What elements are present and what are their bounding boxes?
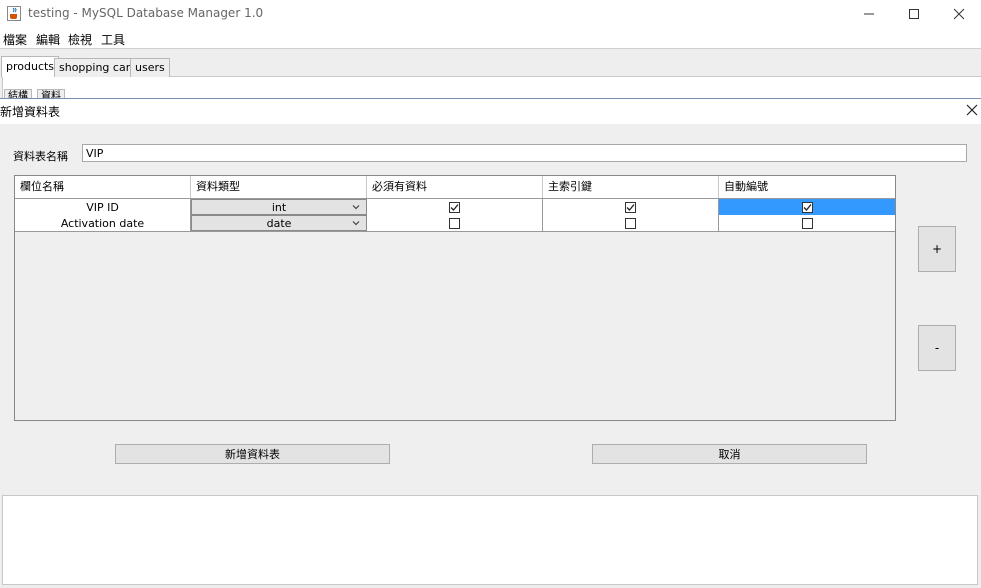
remove-row-button[interactable]: - xyxy=(918,325,956,371)
header-not-null: 必須有資料 xyxy=(367,176,543,198)
table-header: 欄位名稱 資料類型 必須有資料 主索引鍵 自動編號 xyxy=(15,176,895,199)
menu-edit[interactable]: 編輯 xyxy=(36,31,60,48)
cell-not-null xyxy=(367,215,543,231)
tab-content-panel xyxy=(2,76,981,99)
tab-shopping-cart[interactable]: shopping cart xyxy=(54,58,140,77)
auto-increment-checkbox[interactable] xyxy=(801,201,813,213)
header-column-name: 欄位名稱 xyxy=(15,176,191,198)
main-window-lower-area xyxy=(0,495,981,588)
table-name-input[interactable] xyxy=(82,144,967,162)
data-type-select[interactable]: int xyxy=(191,199,367,215)
close-icon xyxy=(953,8,965,20)
dialog-title: 新增資料表 xyxy=(0,105,61,119)
not-null-checkbox[interactable] xyxy=(449,201,460,213)
cell-primary-key xyxy=(543,199,719,215)
menu-view[interactable]: 檢視 xyxy=(68,31,92,48)
auto-increment-checkbox[interactable] xyxy=(801,217,813,229)
primary-key-checkbox[interactable] xyxy=(625,201,636,213)
dialog-titlebar: 新增資料表 xyxy=(0,99,981,124)
columns-table: 欄位名稱 資料類型 必須有資料 主索引鍵 自動編號 VIP ID int Act… xyxy=(14,175,896,421)
close-icon[interactable] xyxy=(965,103,979,117)
java-cup-icon xyxy=(7,6,21,21)
table-name-label: 資料表名稱 xyxy=(13,150,68,163)
data-type-select[interactable]: date xyxy=(191,215,367,231)
header-data-type: 資料類型 xyxy=(191,176,367,198)
window-title: testing - MySQL Database Manager 1.0 xyxy=(28,6,264,20)
header-auto-increment: 自動編號 xyxy=(724,180,768,193)
close-window-button[interactable] xyxy=(936,0,981,28)
maximize-icon xyxy=(909,9,919,19)
table-row[interactable]: Activation date date xyxy=(15,215,895,232)
primary-key-checkbox[interactable] xyxy=(625,217,636,229)
header-primary-key: 主索引鍵 xyxy=(543,176,719,198)
data-type-value: date xyxy=(266,216,292,230)
checkmark-icon xyxy=(803,203,812,211)
chevron-down-icon xyxy=(352,205,360,210)
menu-file[interactable]: 檔案 xyxy=(3,31,27,48)
not-null-checkbox[interactable] xyxy=(449,217,460,229)
data-type-value: int xyxy=(271,200,287,214)
content-panel xyxy=(2,495,978,585)
minimize-button[interactable] xyxy=(846,0,892,28)
cancel-button[interactable]: 取消 xyxy=(592,444,867,464)
cell-column-name[interactable]: VIP ID xyxy=(15,199,191,215)
create-table-button[interactable]: 新增資料表 xyxy=(115,444,390,464)
minimize-icon xyxy=(864,13,874,15)
cell-auto-increment xyxy=(719,215,895,231)
table-row[interactable]: VIP ID int xyxy=(15,199,895,216)
cell-auto-increment xyxy=(719,199,895,215)
cell-primary-key xyxy=(543,215,719,231)
add-row-button[interactable]: + xyxy=(918,226,956,272)
checkmark-icon xyxy=(450,203,459,211)
checkmark-icon xyxy=(626,203,635,211)
tab-users[interactable]: users xyxy=(130,58,170,77)
cell-column-name[interactable]: Activation date xyxy=(15,215,191,231)
tab-products[interactable]: products xyxy=(1,56,60,77)
cell-not-null xyxy=(367,199,543,215)
menu-tools[interactable]: 工具 xyxy=(101,31,125,48)
chevron-down-icon xyxy=(352,221,360,226)
window-titlebar: testing - MySQL Database Manager 1.0 xyxy=(0,0,981,28)
new-table-dialog: 新增資料表 資料表名稱 欄位名稱 資料類型 必須有資料 主索引鍵 自動編號 VI… xyxy=(0,98,981,496)
maximize-button[interactable] xyxy=(891,0,937,28)
menubar: 檔案 編輯 檢視 工具 xyxy=(0,28,981,49)
